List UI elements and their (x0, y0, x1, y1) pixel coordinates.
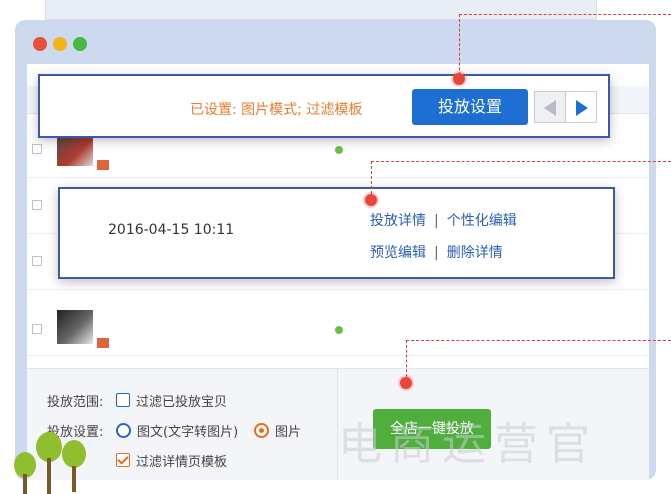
settings-status-text: 已设置: 图片模式; 过滤模板 (190, 102, 363, 118)
annotation-line (459, 14, 671, 15)
deploy-detail-link[interactable]: 投放详情 (370, 213, 426, 229)
close-window-button[interactable] (33, 37, 47, 51)
row-detail-callout: 2016-04-15 10:11 投放详情 | 个性化编辑 预览编辑 | 删除详情 (58, 187, 615, 279)
link-separator: | (434, 213, 439, 229)
window-titlebar (15, 20, 656, 64)
arrow-left-icon (544, 100, 556, 116)
tree-decoration-icon (6, 428, 96, 494)
shop-tag-icon (97, 160, 109, 170)
filter-template-label[interactable]: 过滤详情页模板 (136, 451, 227, 470)
next-button[interactable] (565, 91, 597, 123)
image-mode-label[interactable]: 图片 (275, 421, 301, 440)
row-action-links: 投放详情 | 个性化编辑 预览编辑 | 删除详情 (370, 205, 517, 269)
filter-template-checkbox[interactable] (116, 453, 130, 467)
deploy-datetime: 2016-04-15 10:11 (108, 222, 235, 238)
image-mode-radio[interactable] (254, 423, 269, 438)
text-mode-label[interactable]: 图文(文字转图片) (137, 421, 238, 440)
annotation-line (406, 340, 671, 341)
status-dot-icon (335, 146, 343, 154)
text-mode-radio[interactable] (116, 423, 131, 438)
annotation-marker-icon (400, 377, 412, 389)
arrow-right-icon (576, 100, 588, 116)
preview-edit-link[interactable]: 预览编辑 (370, 245, 426, 261)
annotation-line (406, 340, 407, 382)
product-thumbnail (57, 310, 93, 344)
deploy-settings-button[interactable]: 投放设置 (412, 89, 528, 125)
row-checkbox[interactable] (32, 324, 42, 334)
personal-edit-link[interactable]: 个性化编辑 (447, 213, 517, 229)
status-dot-icon (335, 326, 343, 334)
maximize-window-button[interactable] (73, 37, 87, 51)
annotation-line (459, 14, 460, 80)
delete-detail-link[interactable]: 删除详情 (447, 245, 503, 261)
background-card (45, 0, 597, 20)
watermark-logo: 电商运营官 (338, 419, 598, 470)
blurred-table-row (27, 300, 649, 356)
scope-label: 投放范围: (47, 395, 104, 410)
link-separator: | (434, 245, 439, 261)
minimize-window-button[interactable] (53, 37, 67, 51)
row-checkbox[interactable] (32, 256, 42, 266)
annotation-line (371, 161, 671, 162)
prev-button[interactable] (534, 91, 566, 123)
deploy-settings-callout: 已设置: 图片模式; 过滤模板 投放设置 (38, 74, 610, 138)
row-checkbox[interactable] (32, 200, 42, 210)
filter-deployed-label[interactable]: 过滤已投放宝贝 (136, 391, 227, 410)
row-checkbox[interactable] (32, 144, 42, 154)
shop-tag-icon (97, 338, 109, 348)
filter-deployed-checkbox[interactable] (116, 393, 130, 407)
annotation-marker-icon (365, 194, 377, 206)
annotation-marker-icon (453, 73, 465, 85)
